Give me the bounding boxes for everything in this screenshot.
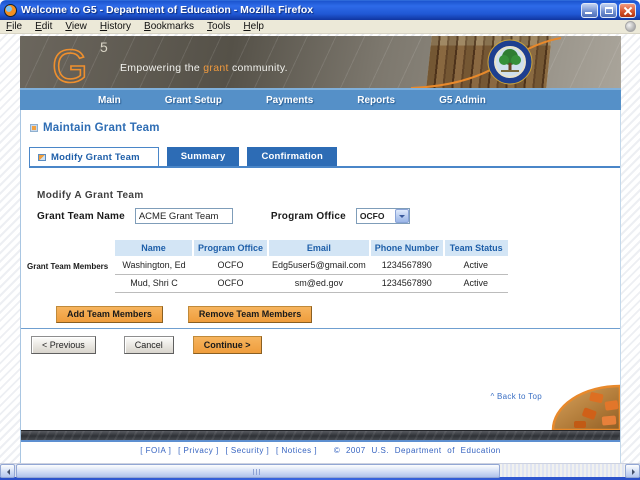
menu-item-edit[interactable]: Edit xyxy=(35,21,52,32)
tab-bar: Modify Grant Team Summary Confirmation xyxy=(29,147,620,168)
menu-item-view[interactable]: View xyxy=(65,21,87,32)
cell-phone: 1234567890 xyxy=(370,256,444,274)
menu-item-file[interactable]: File xyxy=(6,21,22,32)
minimize-button[interactable] xyxy=(581,3,598,18)
scroll-right-button[interactable] xyxy=(625,464,640,478)
cell-name: Washington, Ed xyxy=(115,256,193,274)
svg-text:5: 5 xyxy=(100,39,108,55)
cell-phone: 1234567890 xyxy=(370,274,444,292)
members-section: Grant Team Members Name Program Office E… xyxy=(27,240,620,293)
col-name: Name xyxy=(115,240,193,256)
scroll-thumb[interactable] xyxy=(16,464,500,478)
scroll-left-button[interactable] xyxy=(0,464,15,478)
members-label: Grant Team Members xyxy=(27,240,115,293)
grant-team-name-input[interactable] xyxy=(135,208,233,224)
menu-item-help[interactable]: Help xyxy=(243,21,264,32)
page-title-icon xyxy=(30,124,38,132)
tab-summary[interactable]: Summary xyxy=(167,147,240,166)
page-content: Maintain Grant Team Modify Grant Team Su… xyxy=(20,110,621,463)
svg-text:G: G xyxy=(52,40,88,88)
tab-active-icon xyxy=(38,154,46,161)
tab-modify-grant-team[interactable]: Modify Grant Team xyxy=(29,147,159,166)
window-title: Welcome to G5 - Department of Education … xyxy=(21,4,581,16)
nav-item-main[interactable]: Main xyxy=(98,95,121,106)
team-members-table: Name Program Office Email Phone Number T… xyxy=(115,240,508,293)
menu-item-history[interactable]: History xyxy=(100,21,131,32)
firefox-icon xyxy=(4,4,17,17)
tab-confirmation[interactable]: Confirmation xyxy=(247,147,337,166)
col-program-office: Program Office xyxy=(193,240,268,256)
col-email: Email xyxy=(268,240,370,256)
page-title: Maintain Grant Team xyxy=(43,122,160,134)
table-header-row: Name Program Office Email Phone Number T… xyxy=(115,240,508,256)
grant-team-name-label: Grant Team Name xyxy=(37,211,125,222)
cell-program-office: OCFO xyxy=(193,256,268,274)
footer-link-foia[interactable]: FOIA xyxy=(140,446,171,455)
footer-strip xyxy=(21,430,620,442)
cancel-button[interactable]: Cancel xyxy=(124,336,174,354)
g5-logo: G 5 xyxy=(48,38,120,88)
main-nav: Main Grant Setup Payments Reports G5 Adm… xyxy=(20,88,621,110)
cell-status: Active xyxy=(444,256,508,274)
col-phone-number: Phone Number xyxy=(370,240,444,256)
footer-link-security[interactable]: Security xyxy=(225,446,269,455)
table-row: Washington, Ed OCFO Edg5user5@gmail.com … xyxy=(115,256,508,274)
cell-program-office: OCFO xyxy=(193,274,268,292)
previous-button[interactable]: < Previous xyxy=(31,336,96,354)
program-office-select[interactable]: OCFO xyxy=(356,208,410,224)
menu-bar: File Edit View History Bookmarks Tools H… xyxy=(0,20,640,34)
continue-button[interactable]: Continue > xyxy=(193,336,262,354)
menu-item-tools[interactable]: Tools xyxy=(207,21,230,32)
cell-email: Edg5user5@gmail.com xyxy=(268,256,370,274)
menu-item-bookmarks[interactable]: Bookmarks xyxy=(144,21,194,32)
banner-arc-graphic xyxy=(411,36,561,88)
footer-link-notices[interactable]: Notices xyxy=(276,446,317,455)
divider xyxy=(21,328,620,329)
window-titlebar[interactable]: Welcome to G5 - Department of Education … xyxy=(0,0,640,20)
cell-name: Mud, Shri C xyxy=(115,274,193,292)
throbber-icon xyxy=(625,21,636,32)
nav-item-reports[interactable]: Reports xyxy=(357,95,395,106)
nav-item-payments[interactable]: Payments xyxy=(266,95,313,106)
corner-photo-graphic xyxy=(550,383,620,430)
program-office-label: Program Office xyxy=(271,211,346,222)
grant-team-form: Grant Team Name Program Office OCFO xyxy=(37,208,620,224)
browser-viewport: G 5 Empowering the grant community. xyxy=(0,34,640,463)
add-team-members-button[interactable]: Add Team Members xyxy=(56,306,163,323)
chevron-down-icon xyxy=(395,209,409,223)
copyright-text: © 2007 U.S. Department of Education xyxy=(334,446,501,455)
banner-tagline: Empowering the grant community. xyxy=(120,62,288,74)
cell-email: sm@ed.gov xyxy=(268,274,370,292)
table-row: Mud, Shri C OCFO sm@ed.gov 1234567890 Ac… xyxy=(115,274,508,292)
firefox-window: Welcome to G5 - Department of Education … xyxy=(0,0,640,480)
section-heading: Modify A Grant Team xyxy=(37,190,620,201)
remove-team-members-button[interactable]: Remove Team Members xyxy=(188,306,312,323)
footer-link-privacy[interactable]: Privacy xyxy=(178,446,219,455)
close-button[interactable] xyxy=(619,3,636,18)
cell-status: Active xyxy=(444,274,508,292)
banner: G 5 Empowering the grant community. xyxy=(20,36,621,88)
horizontal-scrollbar[interactable] xyxy=(0,463,640,477)
back-to-top-link[interactable]: ^ Back to Top xyxy=(490,392,542,401)
nav-item-grant-setup[interactable]: Grant Setup xyxy=(165,95,222,106)
program-office-value: OCFO xyxy=(357,211,395,221)
maximize-button[interactable] xyxy=(600,3,617,18)
footer: FOIA Privacy Security Notices © 2007 U.S… xyxy=(21,446,620,455)
tab-label: Modify Grant Team xyxy=(51,152,140,163)
nav-item-g5-admin[interactable]: G5 Admin xyxy=(439,95,486,106)
dept-of-education-seal-icon xyxy=(487,39,533,85)
col-team-status: Team Status xyxy=(444,240,508,256)
